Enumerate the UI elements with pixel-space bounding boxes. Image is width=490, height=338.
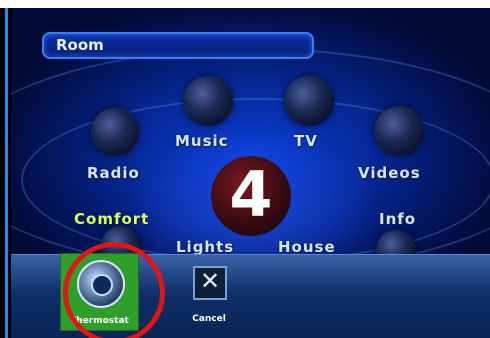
left-accent-line <box>5 8 8 338</box>
center-logo[interactable]: 4 <box>211 156 291 236</box>
top-border <box>0 0 490 8</box>
menu-comfort-label[interactable]: Comfort <box>74 210 149 228</box>
room-field-text: Room <box>56 36 104 54</box>
menu-tv-label[interactable]: TV <box>294 132 318 150</box>
music-icon[interactable] <box>183 76 233 126</box>
menu-music-label[interactable]: Music <box>175 132 229 150</box>
radio-icon[interactable] <box>91 108 139 156</box>
menu-radio-label[interactable]: Radio <box>87 164 140 182</box>
menu-info-label[interactable]: Info <box>379 210 416 228</box>
room-field[interactable]: Room <box>42 32 314 59</box>
menu-videos-label[interactable]: Videos <box>358 164 421 182</box>
tv-icon[interactable] <box>284 76 334 126</box>
highlight-circle <box>63 242 165 338</box>
main-stage: Room Music TV Radio Videos Comfort Info … <box>11 8 490 338</box>
cancel-button[interactable]: ✕ <box>193 266 227 300</box>
videos-icon[interactable] <box>374 106 424 156</box>
close-icon: ✕ <box>199 267 221 295</box>
center-logo-glyph: 4 <box>229 158 273 231</box>
cancel-label[interactable]: Cancel <box>187 314 231 324</box>
